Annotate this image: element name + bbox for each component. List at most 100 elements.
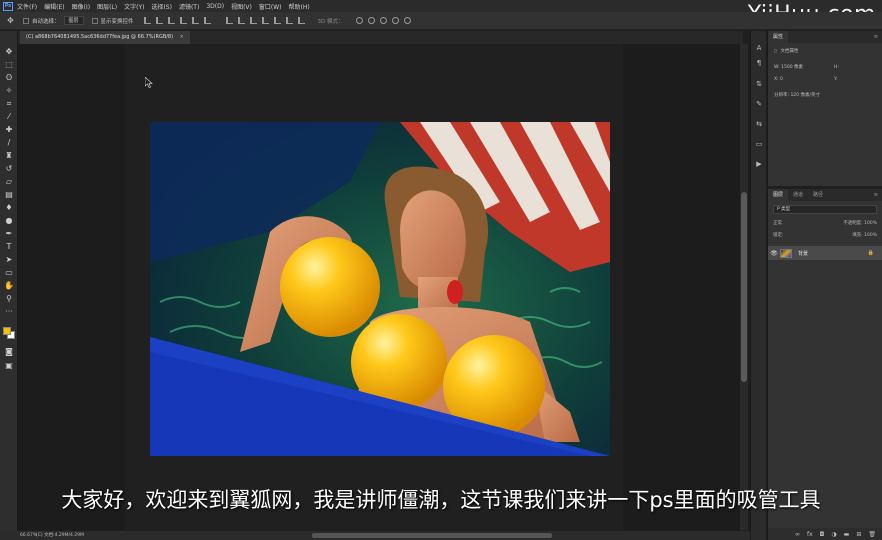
delete-layer-icon[interactable]: 🗑 [868,531,876,538]
zoom-level[interactable]: 66.67% [0,531,37,540]
menu-image[interactable]: 图像(I) [72,2,90,11]
x-value[interactable]: 0 [780,77,783,82]
distribute-right-icon[interactable] [285,17,293,24]
screen-mode-icon[interactable]: ▣ [4,361,14,371]
layer-row-background[interactable]: 👁 背景 🔒 [768,246,882,260]
marquee-icon[interactable]: ⬚ [4,60,14,70]
menu-filter[interactable]: 滤镜(T) [179,2,199,11]
auto-select-dropdown[interactable]: 图层 [63,16,84,25]
tab-paths[interactable]: 路径 [808,189,828,201]
magic-wand-icon[interactable]: ✧ [4,86,14,96]
adjustments-panel-icon[interactable]: ⇅ [754,79,764,89]
menu-layer[interactable]: 图层(L) [97,2,117,11]
lasso-icon[interactable]: ʘ [4,73,14,83]
distribute-left-icon[interactable] [261,17,269,24]
layer-style-icon[interactable]: fx [807,531,813,538]
eraser-icon[interactable]: ▱ [4,177,14,187]
document-image[interactable] [150,122,610,456]
character-panel-icon[interactable]: A [754,43,764,53]
path-select-icon[interactable]: ➤ [4,255,14,265]
3d-scale-icon[interactable] [403,17,411,24]
document-icon: ▯ [774,49,777,54]
auto-select-label: 自动选择： [32,18,60,25]
brush-icon[interactable]: / [4,138,14,148]
align-hcenter-icon[interactable] [191,17,199,24]
menu-file[interactable]: 文件(F) [17,2,37,11]
healing-brush-icon[interactable]: ✚ [4,125,14,135]
auto-align-icon[interactable] [297,17,305,24]
mouse-cursor-icon [145,77,153,88]
layer-name[interactable]: 背景 [798,250,808,257]
more-tools-icon[interactable]: ··· [4,307,14,317]
move-tool-preset-icon[interactable]: ✥ [6,16,15,25]
photo-illustration [150,122,610,456]
new-group-icon[interactable]: ▬ [844,531,850,538]
menu-view[interactable]: 视图(V) [231,2,252,11]
show-transform-checkbox[interactable] [91,17,98,24]
tab-channels[interactable]: 通道 [788,189,808,201]
history-brush-icon[interactable]: ↺ [4,164,14,174]
document-tab[interactable]: (C) a868b764081495.5ac636dd77fea.jpg @ 6… [20,31,190,44]
close-tab-icon[interactable]: × [180,34,184,40]
tab-layers[interactable]: 图层 [768,189,789,201]
layer-mask-icon[interactable]: ◘ [820,531,825,538]
fill-field[interactable]: 填充: 100% [852,230,877,242]
new-layer-icon[interactable]: ⊞ [856,531,861,538]
size-row: W: 1500 像素 H: [768,62,882,74]
hand-icon[interactable]: ✋ [4,281,14,291]
3d-roll-icon[interactable] [367,17,375,24]
clone-stamp-icon[interactable]: ♜ [4,151,14,161]
properties-panel-icon[interactable]: ▭ [754,139,764,149]
opacity-field[interactable]: 不透明度: 100% [843,218,877,230]
3d-slide-icon[interactable] [391,17,399,24]
3d-orbit-icon[interactable] [355,17,363,24]
gradient-icon[interactable]: ▤ [4,190,14,200]
menu-select[interactable]: 选择(S) [151,2,172,11]
menu-3d[interactable]: 3D(D) [206,3,224,10]
vertical-scrollbar-thumb[interactable] [741,192,747,382]
crop-icon[interactable]: ⌗ [4,99,14,109]
link-layers-icon[interactable]: ∞ [795,531,800,538]
quick-mask-icon[interactable]: ◙ [4,347,14,357]
blend-mode-select[interactable]: 正常 [773,218,782,230]
eye-icon[interactable]: 👁 [768,250,780,257]
menu-window[interactable]: 窗口(W) [259,2,282,11]
move-icon[interactable]: ✥ [4,47,14,57]
align-right-icon[interactable] [203,17,211,24]
type-icon[interactable]: T [4,242,14,252]
menu-type[interactable]: 文字(Y) [124,2,144,11]
dodge-icon[interactable]: ● [4,216,14,226]
horizontal-scrollbar-thumb[interactable] [312,533,552,538]
distribute-vcenter-icon[interactable] [237,17,245,24]
menu-help[interactable]: 帮助(H) [289,2,310,11]
distribute-hcenter-icon[interactable] [273,17,281,24]
foreground-color-swatch[interactable] [3,327,11,335]
panel-menu-icon[interactable]: ≡ [874,31,878,43]
eyedropper-icon[interactable]: ⁄ [4,112,14,122]
3d-pan-icon[interactable] [379,17,387,24]
w-value[interactable]: 1500 像素 [781,65,803,70]
pen-icon[interactable]: ✒ [4,229,14,239]
align-top-icon[interactable] [143,17,151,24]
resolution-row: 分辨率: 120 像素/英寸 [768,90,882,102]
brush-settings-icon[interactable]: ✎ [754,99,764,109]
tab-properties[interactable]: 属性 [768,31,789,43]
align-bottom-icon[interactable] [167,17,175,24]
align-vcenter-icon[interactable] [155,17,163,24]
auto-select-checkbox[interactable] [23,17,29,24]
distribute-top-icon[interactable] [225,17,233,24]
rectangle-icon[interactable]: ▭ [4,268,14,278]
layer-filter-select[interactable]: P 类型 [773,205,877,214]
menu-edit[interactable]: 编辑(E) [44,2,64,11]
paragraph-panel-icon[interactable]: ¶ [754,58,764,68]
vertical-scrollbar[interactable] [740,44,748,530]
distribute-bottom-icon[interactable] [249,17,257,24]
zoom-icon[interactable]: ⚲ [4,294,14,304]
doc-info[interactable]: (C) 文档:4.29M/4.29M [36,531,84,540]
adjustment-layer-icon[interactable]: ◑ [831,531,836,538]
actions-play-icon[interactable]: ▶ [754,159,764,169]
blur-icon[interactable]: ♦ [4,203,14,213]
align-left-icon[interactable] [179,17,187,24]
history-panel-icon[interactable]: ⇆ [754,119,764,129]
layers-menu-icon[interactable]: ≡ [874,189,878,201]
